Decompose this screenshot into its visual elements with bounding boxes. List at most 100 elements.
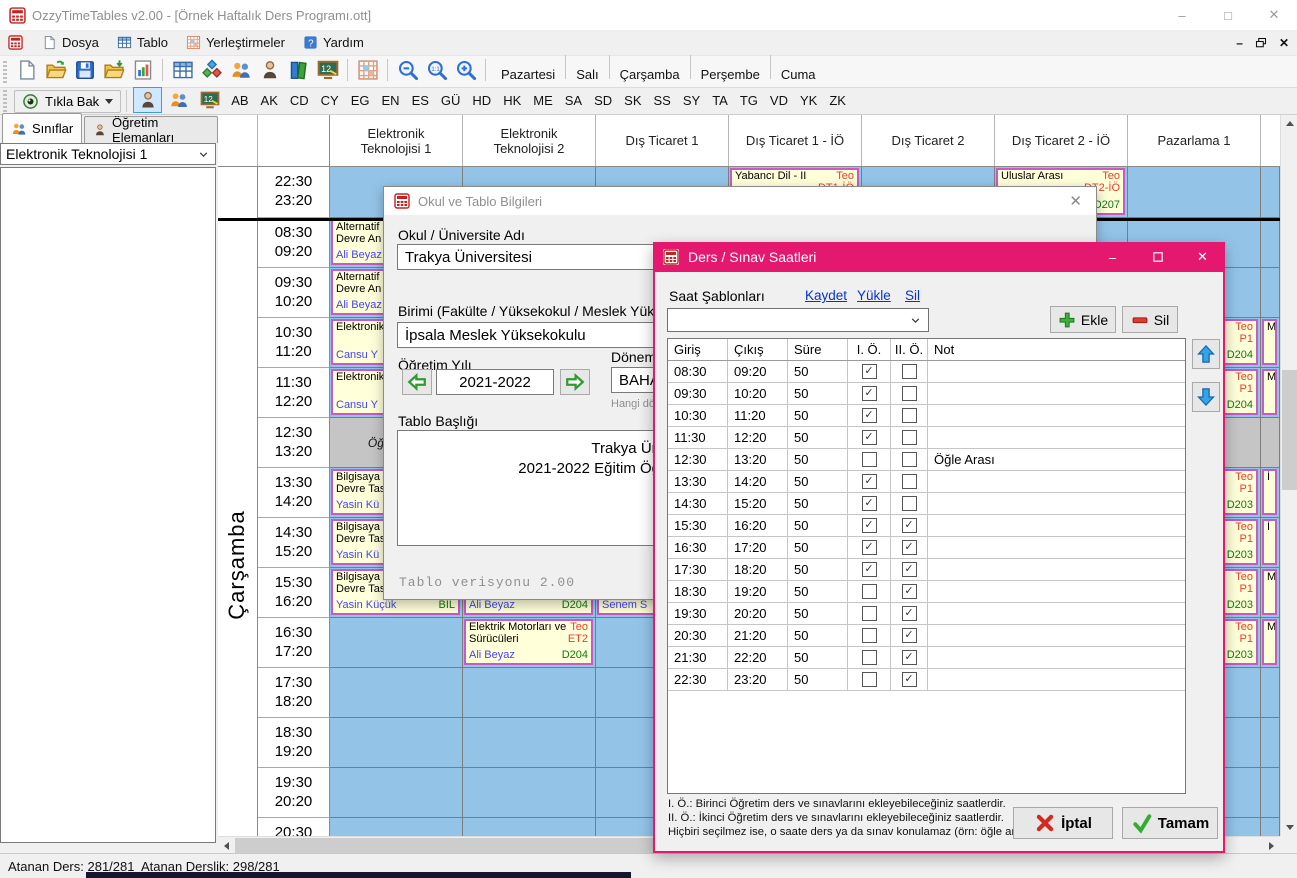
not-cell[interactable] [928,493,1185,514]
cikis-cell[interactable]: 19:20 [728,581,788,602]
code-SD[interactable]: SD [594,93,612,108]
not-cell[interactable] [928,405,1185,426]
not-cell[interactable] [928,647,1185,668]
timetable-cell-partial[interactable]: İ [1261,518,1280,568]
timetable-cell-empty[interactable] [463,768,596,818]
sure-cell[interactable]: 50 [788,383,848,404]
timetable-cell-partial[interactable] [1261,167,1280,218]
hours-row[interactable]: 11:3012:2050✓ [668,427,1185,449]
timetable-cell-partial[interactable]: M [1261,318,1280,368]
timetable-cell-empty[interactable] [330,768,463,818]
save-button[interactable] [71,57,98,84]
sure-cell[interactable]: 50 [788,625,848,646]
timetable-cell-partial[interactable]: M [1261,568,1280,618]
day-button-salı[interactable]: Salı [566,62,608,88]
first-edu-checkbox[interactable]: ✓ [862,518,877,533]
first-edu-checkbox[interactable] [862,650,877,665]
not-cell[interactable] [928,559,1185,580]
cikis-cell[interactable]: 17:20 [728,537,788,558]
first-edu-checkbox[interactable] [862,672,877,687]
hours-row[interactable]: 18:3019:2050✓ [668,581,1185,603]
code-YK[interactable]: YK [800,93,817,108]
first-edu-checkbox[interactable] [862,628,877,643]
timetable-cell-partial[interactable] [1261,418,1280,468]
code-SA[interactable]: SA [565,93,582,108]
vertical-scroll-thumb[interactable] [1282,370,1297,490]
hours-row[interactable]: 19:3020:2050✓ [668,603,1185,625]
code-HD[interactable]: HD [472,93,491,108]
timetable-cell-empty[interactable] [330,818,463,836]
sure-cell[interactable]: 50 [788,669,848,690]
giris-cell[interactable]: 11:30 [668,427,728,448]
code-SS[interactable]: SS [654,93,671,108]
hours-row[interactable]: 17:3018:2050✓✓ [668,559,1185,581]
cikis-cell[interactable]: 13:20 [728,449,788,470]
menu-dosya[interactable]: Dosya [33,30,108,54]
giris-cell[interactable]: 10:30 [668,405,728,426]
code-EN[interactable]: EN [382,93,400,108]
code-AK[interactable]: AK [261,93,278,108]
save-as-button[interactable] [100,57,127,84]
timetable-cell-partial[interactable] [1261,668,1280,718]
first-edu-checkbox[interactable]: ✓ [862,474,877,489]
code-SY[interactable]: SY [683,93,700,108]
second-edu-checkbox[interactable]: ✓ [902,628,917,643]
zoom-in-button[interactable] [452,57,479,84]
dialog2-minimize-button[interactable]: – [1090,242,1135,272]
code-TA[interactable]: TA [712,93,728,108]
cikis-cell[interactable]: 18:20 [728,559,788,580]
blackboard-view-toggle[interactable]: 12 [195,87,224,113]
second-edu-checkbox[interactable] [902,496,917,511]
sure-cell[interactable]: 50 [788,537,848,558]
timetable-cell-partial[interactable] [1261,718,1280,768]
zoom-reset-button[interactable]: 1:1 [423,57,450,84]
giris-cell[interactable]: 12:30 [668,449,728,470]
first-edu-checkbox[interactable] [862,452,877,467]
timetable-cell-empty[interactable] [463,668,596,718]
second-edu-checkbox[interactable]: ✓ [902,540,917,555]
first-edu-checkbox[interactable]: ✓ [862,496,877,511]
giris-cell[interactable]: 09:30 [668,383,728,404]
iptal-button[interactable]: İptal [1013,807,1113,839]
second-edu-checkbox[interactable]: ✓ [902,650,917,665]
not-cell[interactable]: Öğle Arası [928,449,1185,470]
hours-row[interactable]: 08:3009:2050✓ [668,361,1185,383]
timetable-cell-partial[interactable]: M [1261,618,1280,668]
menu-tablo[interactable]: Tablo [108,30,177,54]
open-folder-button[interactable] [42,57,69,84]
giris-cell[interactable]: 21:30 [668,647,728,668]
sure-cell[interactable]: 50 [788,559,848,580]
day-button-perşembe[interactable]: Perşembe [691,62,770,88]
giris-cell[interactable]: 19:30 [668,603,728,624]
timetable-cell-partial[interactable] [1261,218,1280,268]
code-GÜ[interactable]: GÜ [441,93,461,108]
second-edu-checkbox[interactable] [902,408,917,423]
timetable-cell-empty[interactable] [330,668,463,718]
timetable-cell-empty[interactable] [463,718,596,768]
class-list[interactable] [0,167,216,843]
scroll-right-button[interactable] [1263,837,1280,854]
second-edu-checkbox[interactable]: ✓ [902,562,917,577]
scroll-down-button[interactable] [1281,819,1297,836]
new-file-button[interactable] [13,57,40,84]
dialog1-close-button[interactable]: ✕ [1069,192,1082,210]
sure-cell[interactable]: 50 [788,405,848,426]
template-delete-link[interactable]: Sil [905,288,920,303]
not-cell[interactable] [928,669,1185,690]
cikis-cell[interactable]: 20:20 [728,603,788,624]
tab-ogretim-elemanlari[interactable]: Öğretim Elemanları [84,116,218,143]
sure-cell[interactable]: 50 [788,471,848,492]
code-TG[interactable]: TG [740,93,758,108]
timetable-cell-partial[interactable] [1261,818,1280,836]
timetable-cell-partial[interactable] [1261,268,1280,318]
first-edu-checkbox[interactable]: ✓ [862,386,877,401]
hours-row[interactable]: 09:3010:2050✓ [668,383,1185,405]
cikis-cell[interactable]: 21:20 [728,625,788,646]
giris-cell[interactable]: 17:30 [668,559,728,580]
cikis-cell[interactable]: 09:20 [728,361,788,382]
second-edu-checkbox[interactable] [902,474,917,489]
first-edu-checkbox[interactable]: ✓ [862,430,877,445]
second-edu-checkbox[interactable] [902,364,917,379]
timetable-cell-partial[interactable]: M [1261,368,1280,418]
hours-row[interactable]: 22:3023:2050✓ [668,669,1185,691]
